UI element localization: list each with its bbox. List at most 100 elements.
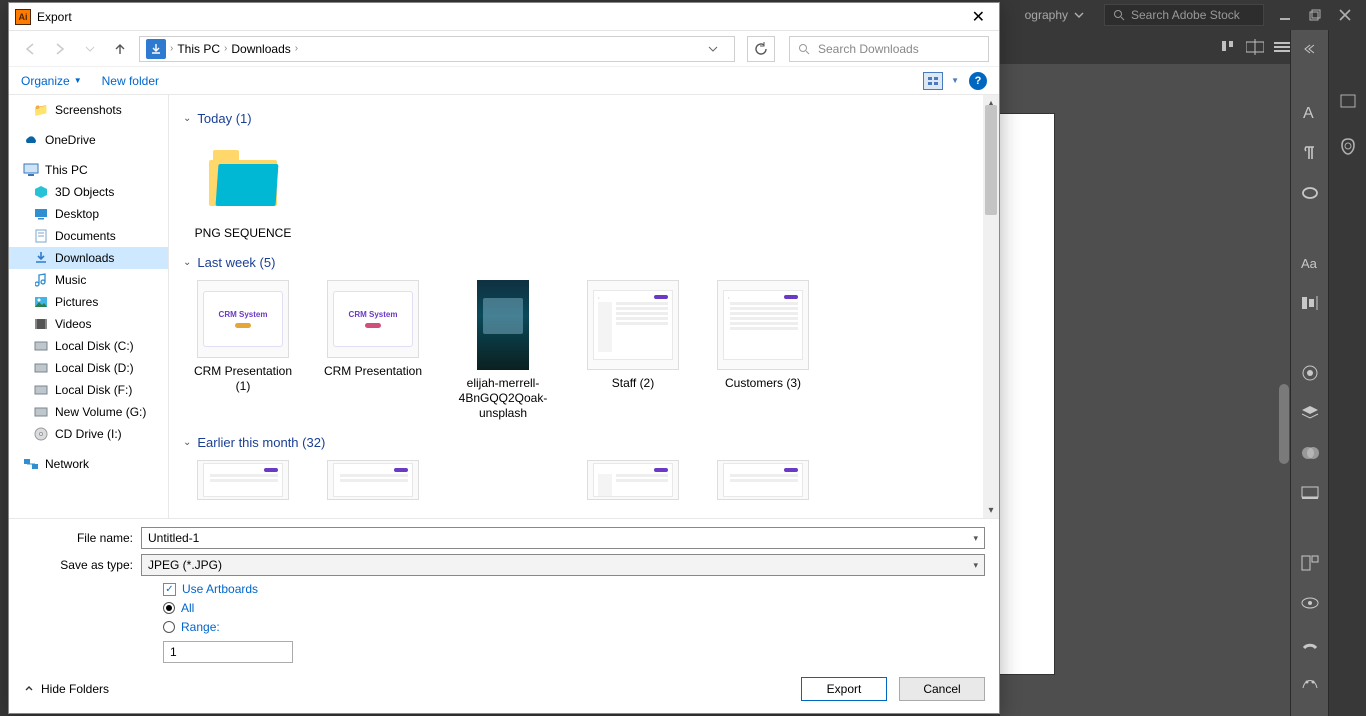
paragraph-panel-icon[interactable] [1299,142,1321,164]
artboards-all-radio[interactable]: All [163,601,985,615]
tree-pictures[interactable]: Pictures [9,291,168,313]
align-mid-icon[interactable] [1246,39,1264,55]
file-item[interactable]: CRM System CRM Presentation [323,280,423,421]
tree-desktop[interactable]: Desktop [9,203,168,225]
file-item[interactable]: CRM System CRM Presentation (1) [193,280,293,421]
saveastype-dropdown[interactable]: JPEG (*.JPG)▾ [141,554,985,576]
cancel-button[interactable]: Cancel [899,677,985,701]
opentype-panel-icon[interactable] [1299,182,1321,204]
help-button[interactable]: ? [969,72,987,90]
chevron-down-icon[interactable]: ▾ [973,533,978,544]
file-item[interactable]: • Customers (3) [713,280,813,421]
artboards-panel-icon[interactable] [1299,552,1321,574]
layers-panel-icon[interactable] [1299,402,1321,424]
tree-disk-d[interactable]: Local Disk (D:) [9,357,168,379]
align-panel-icon[interactable] [1299,292,1321,314]
tree-3d-objects[interactable]: 3D Objects [9,181,168,203]
pathfinder-panel-icon[interactable] [1299,482,1321,504]
filename-input[interactable]: Untitled-1▾ [141,527,985,549]
dialog-titlebar[interactable]: Ai Export ✕ [9,3,999,31]
tree-cd-drive[interactable]: CD Drive (I:) [9,423,168,445]
tree-network[interactable]: Network [9,453,168,475]
tree-documents[interactable]: Documents [9,225,168,247]
group-today[interactable]: ⌄Today (1) [183,111,985,126]
properties-panel-icon[interactable] [1337,90,1359,112]
folder-tree[interactable]: 📁Screenshots OneDrive This PC 3D Objects… [9,95,169,518]
tree-disk-c[interactable]: Local Disk (C:) [9,335,168,357]
tree-screenshots[interactable]: 📁Screenshots [9,99,168,121]
search-downloads-input[interactable]: Search Downloads [789,36,989,62]
nav-up-button[interactable] [109,38,131,60]
symbols-panel-icon[interactable] [1299,672,1321,694]
videos-icon [33,316,49,332]
address-dropdown-icon[interactable] [708,44,728,54]
nav-recent-button[interactable] [79,38,101,60]
range-input[interactable]: 1 [163,641,293,663]
group-earlier[interactable]: ⌄Earlier this month (32) [183,435,985,450]
adobe-stock-search[interactable]: Search Adobe Stock [1104,4,1264,26]
tree-disk-f[interactable]: Local Disk (F:) [9,379,168,401]
export-button[interactable]: Export [801,677,887,701]
new-folder-button[interactable]: New folder [102,74,159,88]
character-panel-icon[interactable]: A [1299,102,1321,124]
file-item[interactable] [193,460,293,500]
appearance-panel-icon[interactable] [1299,592,1321,614]
cc-libraries-icon[interactable] [1337,136,1359,158]
nav-back-button[interactable] [19,38,41,60]
address-bar[interactable]: › This PC › Downloads › [139,36,735,62]
topbar-dropdown-label[interactable]: ography [1025,8,1068,22]
canvas-scroll-thumb[interactable] [1279,384,1289,464]
menu-icon[interactable] [1274,41,1290,53]
hide-folders-toggle[interactable]: Hide Folders [23,682,109,696]
content-scroll-thumb[interactable] [985,105,997,215]
file-item[interactable] [713,460,813,500]
maximize-button[interactable] [1308,8,1322,22]
glyphs-panel-icon[interactable]: Aa [1299,252,1321,274]
content-scrollbar[interactable]: ▴ ▾ [983,95,999,518]
align-top-icon[interactable] [1220,39,1236,55]
breadcrumb-downloads[interactable]: Downloads [231,42,290,56]
tree-disk-g[interactable]: New Volume (G:) [9,401,168,423]
file-item[interactable]: PNG SEQUENCE [193,136,293,241]
tree-videos[interactable]: Videos [9,313,168,335]
file-item[interactable] [323,460,423,500]
tree-music[interactable]: Music [9,269,168,291]
export-dialog: Ai Export ✕ › This PC › Downloads › Sear… [8,2,1000,714]
close-icon[interactable]: ✕ [964,7,993,27]
use-artboards-checkbox[interactable]: ✓Use Artboards [163,582,985,596]
gradient-panel-icon[interactable] [1299,362,1321,384]
close-button[interactable] [1338,8,1352,22]
organize-button[interactable]: Organize▼ [21,74,82,88]
dialog-nav: › This PC › Downloads › Search Downloads [9,31,999,67]
tree-thispc[interactable]: This PC [9,159,168,181]
chevron-down-icon[interactable] [1074,10,1084,20]
file-item[interactable] [583,460,683,500]
tree-downloads[interactable]: Downloads [9,247,168,269]
canvas-scrollbar[interactable] [1276,64,1290,716]
artboard[interactable] [1000,114,1054,674]
chevron-right-icon[interactable]: › [224,43,227,54]
transparency-panel-icon[interactable] [1299,442,1321,464]
view-mode-icon[interactable] [923,72,943,90]
image-thumbnail [717,460,809,500]
nav-forward-button[interactable] [49,38,71,60]
chevron-down-icon[interactable]: ▾ [973,560,978,571]
breadcrumb-thispc[interactable]: This PC [177,42,220,56]
disk-icon [33,338,49,354]
group-lastweek[interactable]: ⌄Last week (5) [183,255,985,270]
chevron-down-icon[interactable]: ▼ [951,76,959,85]
expand-panel-icon[interactable] [1297,38,1319,60]
refresh-button[interactable] [747,36,775,62]
file-item[interactable]: • Staff (2) [583,280,683,421]
image-thumbnail: • [587,280,679,370]
swatches-panel-icon[interactable] [1299,632,1321,654]
view-mode-toggle[interactable]: ▼ [923,72,959,90]
tree-onedrive[interactable]: OneDrive [9,129,168,151]
scroll-down-icon[interactable]: ▾ [983,502,999,518]
file-list-area[interactable]: ⌄Today (1) PNG SEQUENCE ⌄Last week (5) C… [169,95,999,518]
file-item[interactable]: elijah-merrell-4BnGQQ2Qoak-unsplash [453,280,553,421]
artboards-range-radio[interactable]: Range: [163,620,985,634]
chevron-right-icon[interactable]: › [170,43,173,54]
chevron-right-icon[interactable]: › [295,43,298,54]
minimize-button[interactable] [1278,8,1292,22]
